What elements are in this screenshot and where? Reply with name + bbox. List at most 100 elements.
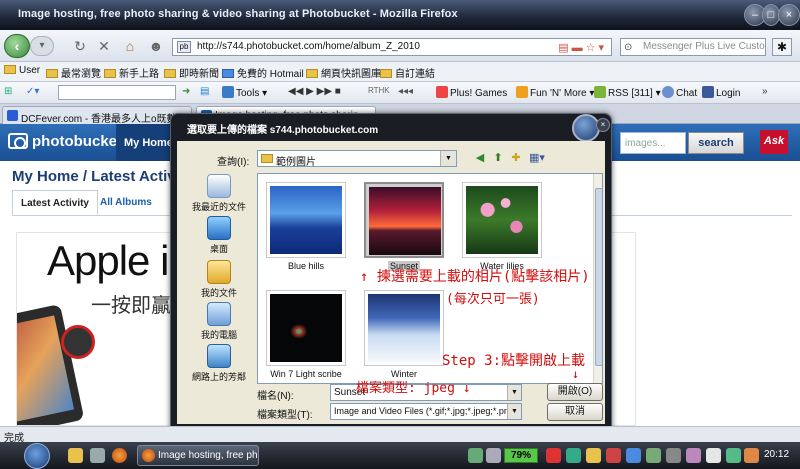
- tray-icon[interactable]: [606, 448, 621, 463]
- bookmark-item[interactable]: 網頁快訊圖庫: [306, 65, 381, 80]
- bookmark-item[interactable]: 新手上路: [104, 65, 159, 80]
- player-controls-icon[interactable]: ◂◂◂: [398, 86, 413, 97]
- explorer-icon[interactable]: [68, 448, 83, 463]
- rss-button[interactable]: RSS [311] ▾: [594, 86, 661, 99]
- bookmark-item[interactable]: 最常瀏覽: [46, 65, 101, 80]
- tray-icon[interactable]: [626, 448, 641, 463]
- bookmark-item[interactable]: 免費的 Hotmail: [222, 65, 304, 80]
- dialog-title: 選取要上傳的檔案 s744.photobucket.com: [187, 125, 379, 136]
- firefox-icon[interactable]: [112, 448, 127, 463]
- home-icon[interactable]: ⌂: [120, 36, 140, 56]
- tray-icon[interactable]: [486, 448, 501, 463]
- file-list-scrollbar[interactable]: [593, 174, 602, 383]
- reload-icon[interactable]: ↻: [70, 36, 90, 56]
- fun-more-button[interactable]: Fun 'N' More ▾: [516, 86, 594, 99]
- photobucket-logo[interactable]: photobucket: [8, 133, 122, 150]
- chevron-down-icon[interactable]: ▼: [507, 404, 521, 419]
- addons-gear-icon[interactable]: ✱: [772, 38, 792, 56]
- network-tray-icon[interactable]: [666, 448, 681, 463]
- facebook-icon: [702, 86, 714, 98]
- addon-toolbar: ⊞ ✓▾ ➜ ▤ Tools ▾ ◀◀ ▶ ▶▶ ■ RTHK ◂◂◂ Plus…: [0, 82, 800, 104]
- tray-icon[interactable]: [646, 448, 661, 463]
- bookmark-item[interactable]: 即時新聞: [164, 65, 219, 80]
- search-engine-icon[interactable]: ⊙: [624, 40, 632, 55]
- toolbar-icon[interactable]: ▤: [200, 86, 209, 97]
- up-folder-icon[interactable]: ⬆: [491, 151, 505, 165]
- toolbar-search-combo[interactable]: [58, 85, 176, 100]
- place-desktop[interactable]: 桌面: [183, 216, 255, 255]
- chat-icon: [662, 86, 674, 98]
- tools-icon: [222, 86, 234, 98]
- bookmark-item[interactable]: 自訂連結: [380, 65, 435, 80]
- url-text: http://s744.photobucket.com/home/album_Z…: [197, 41, 420, 52]
- filename-label: 檔名(N):: [257, 391, 294, 402]
- go-icon[interactable]: ➜: [182, 86, 190, 97]
- cancel-button[interactable]: 取消: [547, 403, 603, 421]
- taskbar-firefox-window[interactable]: Image hosting, free ph...: [137, 445, 259, 466]
- dcfever-favicon-icon: [7, 110, 18, 121]
- tab-label: DCFever.com - 香港最多人上o既數碼...: [21, 114, 192, 124]
- place-my-documents[interactable]: 我的文件: [183, 260, 255, 299]
- forward-dropdown-icon[interactable]: ▾: [30, 36, 54, 56]
- new-folder-icon[interactable]: ✚: [509, 151, 523, 165]
- look-in-combo[interactable]: 範例圖片 ▼: [257, 150, 457, 168]
- back-button[interactable]: ‹: [4, 34, 30, 58]
- volume-icon[interactable]: [706, 448, 721, 463]
- tab-all-albums[interactable]: All Albums: [92, 190, 160, 216]
- tray-icon[interactable]: [686, 448, 701, 463]
- bookmark-star-icon[interactable]: ▤▬☆▾: [558, 40, 607, 56]
- file-thumbnail[interactable]: Blue hills: [266, 182, 346, 271]
- ask-logo[interactable]: Ask: [760, 130, 788, 154]
- place-my-computer[interactable]: 我的電腦: [183, 302, 255, 341]
- quicklaunch-icon[interactable]: [90, 448, 105, 463]
- feather-icon[interactable]: ✓▾: [26, 86, 39, 97]
- water-lilies-image: [466, 186, 538, 254]
- dialog-close-button[interactable]: ×: [596, 118, 610, 132]
- tab-latest-activity[interactable]: Latest Activity: [12, 190, 98, 216]
- file-thumbnail-selected[interactable]: Sunset: [364, 182, 444, 271]
- messenger-icon[interactable]: ☻: [146, 36, 166, 56]
- battery-indicator[interactable]: 79%: [504, 448, 538, 463]
- addon-toolbar-icon[interactable]: ⊞: [4, 86, 12, 97]
- folder-icon: [380, 69, 392, 78]
- url-input[interactable]: pb http://s744.photobucket.com/home/albu…: [172, 38, 612, 56]
- look-in-value: 範例圖片: [276, 157, 316, 168]
- file-thumbnail[interactable]: Water lilies: [462, 182, 542, 271]
- view-menu-icon[interactable]: ▦▾: [527, 151, 547, 165]
- file-thumbnail[interactable]: Win 7 Light scribe: [266, 290, 346, 379]
- chevron-down-icon[interactable]: ▼: [507, 385, 521, 400]
- file-thumbnail[interactable]: Winter: [364, 290, 444, 379]
- tray-icon[interactable]: [546, 448, 561, 463]
- filetype-label: 檔案類型(T):: [257, 410, 313, 421]
- my-computer-icon: [207, 302, 231, 326]
- close-button[interactable]: ×: [778, 4, 800, 26]
- tray-icon[interactable]: [566, 448, 581, 463]
- filetype-select[interactable]: Image and Video Files (*.gif;*.jpg;*.jpe…: [330, 403, 522, 420]
- back-arrow-icon[interactable]: ◀: [473, 151, 487, 165]
- place-network[interactable]: 網路上的芳鄰: [183, 344, 255, 383]
- plus-games-button[interactable]: Plus! Games: [436, 86, 507, 99]
- place-recent-documents[interactable]: 我最近的文件: [183, 174, 255, 213]
- tray-icon[interactable]: [726, 448, 741, 463]
- bookmark-item[interactable]: User: [4, 65, 40, 76]
- tray-icon[interactable]: [744, 448, 759, 463]
- toolbar-overflow-icon[interactable]: »: [762, 86, 768, 97]
- start-button[interactable]: [24, 443, 50, 469]
- chevron-down-icon[interactable]: ▼: [440, 151, 456, 166]
- photobucket-search-input[interactable]: images...: [620, 132, 686, 154]
- open-button[interactable]: 開啟(O): [547, 383, 603, 401]
- stop-icon[interactable]: ✕: [94, 36, 114, 56]
- tools-menu[interactable]: Tools ▾: [222, 86, 267, 99]
- desktop-icon: [207, 216, 231, 240]
- search-input[interactable]: ⊙ Messenger Plus Live Custom: [620, 38, 766, 56]
- tab-dcfever[interactable]: DCFever.com - 香港最多人上o既數碼...: [2, 106, 192, 124]
- clock[interactable]: 20:12: [764, 449, 789, 460]
- tray-icon[interactable]: [586, 448, 601, 463]
- chat-button[interactable]: Chat: [662, 86, 697, 99]
- facebook-login-button[interactable]: Login: [702, 86, 740, 99]
- photobucket-search-button[interactable]: search: [688, 132, 744, 154]
- light-scribe-image: [270, 294, 342, 362]
- status-bar: 完成: [0, 426, 800, 444]
- media-controls-icon[interactable]: ◀◀ ▶ ▶▶ ■: [288, 86, 341, 97]
- tray-icon[interactable]: [468, 448, 483, 463]
